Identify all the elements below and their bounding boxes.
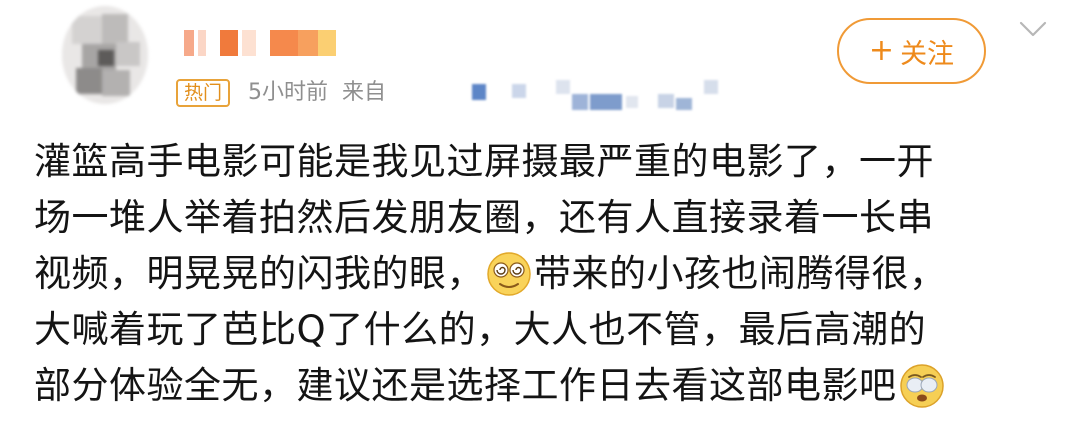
hot-badge[interactable]: 热门 xyxy=(176,79,231,107)
follow-button[interactable]: + 关注 xyxy=(837,18,986,84)
chevron-down-icon[interactable] xyxy=(1018,16,1048,42)
post-source-name[interactable] xyxy=(472,78,772,112)
post-time: 5小时前 xyxy=(248,80,329,105)
post-line-3: 视频，明晃晃的闪我的眼， 带来的小孩也闹腾得很， xyxy=(34,246,1054,302)
post-line-4: 大喊着玩了芭比Q了什么的，大人也不管，最后高潮的 xyxy=(34,302,1054,358)
follow-label: 关注 xyxy=(900,38,955,70)
username[interactable] xyxy=(184,30,344,56)
post-line-2: 场一堆人举着拍然后发朋友圈，还有人直接录着一长串 xyxy=(34,190,1054,246)
post-source-label: 来自 xyxy=(342,80,387,105)
post-line-1: 灌篮高手电影可能是我见过屏摄最严重的电影了，一开 xyxy=(34,134,1054,190)
dizzy-face-emoji-icon xyxy=(486,251,532,297)
post-line-text: 带来的小孩也闹腾得很， xyxy=(534,252,947,295)
post-meta: 热门 5小时前 来自 xyxy=(176,76,718,110)
plus-icon: + xyxy=(868,33,895,68)
post-line-text: 部分体验全无，建议还是选择工作日去看这部电影吧 xyxy=(34,364,897,407)
post-line-text: 场一堆人举着拍然后发朋友圈，还有人直接录着一长串 xyxy=(34,196,934,239)
post-text: 灌篮高手电影可能是我见过屏摄最严重的电影了，一开 场一堆人举着拍然后发朋友圈，还… xyxy=(34,134,1054,414)
avatar[interactable] xyxy=(62,6,148,104)
post-line-text: 大喊着玩了芭比Q了什么的，大人也不管，最后高潮的 xyxy=(34,308,927,351)
exhausted-face-emoji-icon xyxy=(899,363,945,409)
post-line-5: 部分体验全无，建议还是选择工作日去看这部电影吧 xyxy=(34,358,1054,414)
post-line-text: 灌篮高手电影可能是我见过屏摄最严重的电影了，一开 xyxy=(34,140,934,183)
post-line-text: 视频，明晃晃的闪我的眼， xyxy=(34,252,484,295)
